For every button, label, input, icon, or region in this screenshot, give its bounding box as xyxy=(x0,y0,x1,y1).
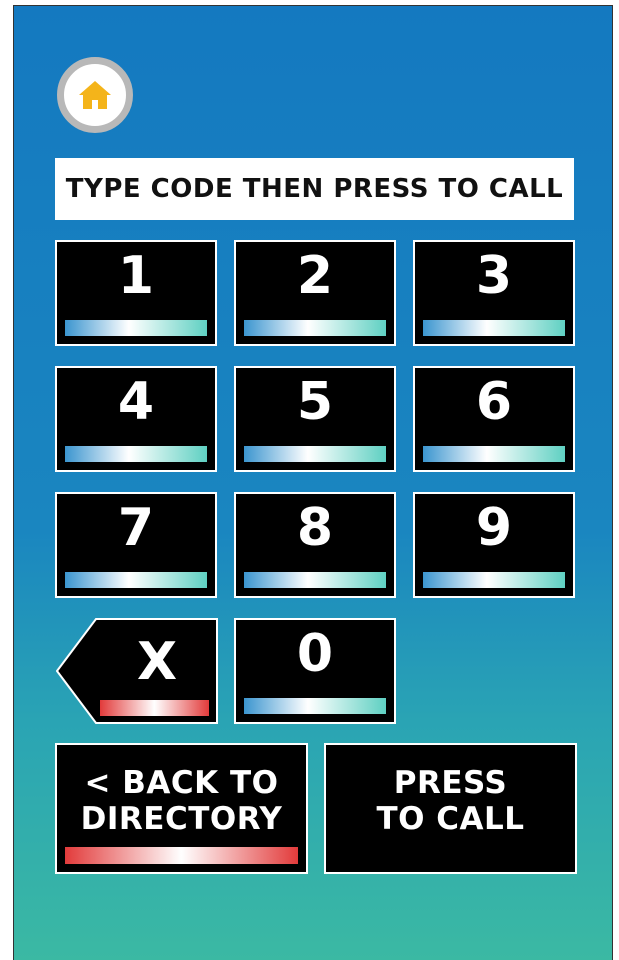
key-label: 5 xyxy=(296,372,334,432)
button-label: PRESS TO CALL xyxy=(376,765,525,837)
key-7[interactable]: 7 xyxy=(55,492,217,598)
key-label: 1 xyxy=(117,246,155,306)
key-bar xyxy=(244,446,386,462)
key-0[interactable]: 0 xyxy=(234,618,396,724)
key-4[interactable]: 4 xyxy=(55,366,217,472)
key-8[interactable]: 8 xyxy=(234,492,396,598)
key-9[interactable]: 9 xyxy=(413,492,575,598)
key-label: 0 xyxy=(296,624,334,684)
key-bar xyxy=(65,320,207,336)
key-bar xyxy=(423,320,565,336)
key-bar xyxy=(100,700,209,716)
key-label: 7 xyxy=(117,498,155,558)
key-label: 3 xyxy=(475,246,513,306)
key-1[interactable]: 1 xyxy=(55,240,217,346)
button-bar xyxy=(65,847,298,864)
back-to-directory-button[interactable]: < BACK TO DIRECTORY xyxy=(55,743,308,874)
key-bar xyxy=(423,572,565,588)
press-to-call-button[interactable]: PRESS TO CALL xyxy=(324,743,577,874)
key-bar xyxy=(244,320,386,336)
home-button[interactable] xyxy=(57,57,133,133)
key-6[interactable]: 6 xyxy=(413,366,575,472)
key-bar xyxy=(423,446,565,462)
key-label: 9 xyxy=(475,498,513,558)
screen: TYPE CODE THEN PRESS TO CALL 1 2 3 4 5 6… xyxy=(13,5,613,960)
key-5[interactable]: 5 xyxy=(234,366,396,472)
key-label: 6 xyxy=(475,372,513,432)
key-bar xyxy=(65,446,207,462)
button-label: < BACK TO DIRECTORY xyxy=(80,765,283,837)
key-3[interactable]: 3 xyxy=(413,240,575,346)
key-label: 4 xyxy=(117,372,155,432)
key-label: 8 xyxy=(296,498,334,558)
button-bar xyxy=(334,847,567,864)
clear-button[interactable]: X xyxy=(56,618,218,724)
key-bar xyxy=(244,698,386,714)
key-label: X xyxy=(136,632,178,692)
home-icon xyxy=(79,81,111,109)
key-bar xyxy=(244,572,386,588)
key-2[interactable]: 2 xyxy=(234,240,396,346)
key-bar xyxy=(65,572,207,588)
instruction-banner: TYPE CODE THEN PRESS TO CALL xyxy=(55,158,574,220)
key-label: 2 xyxy=(296,246,334,306)
